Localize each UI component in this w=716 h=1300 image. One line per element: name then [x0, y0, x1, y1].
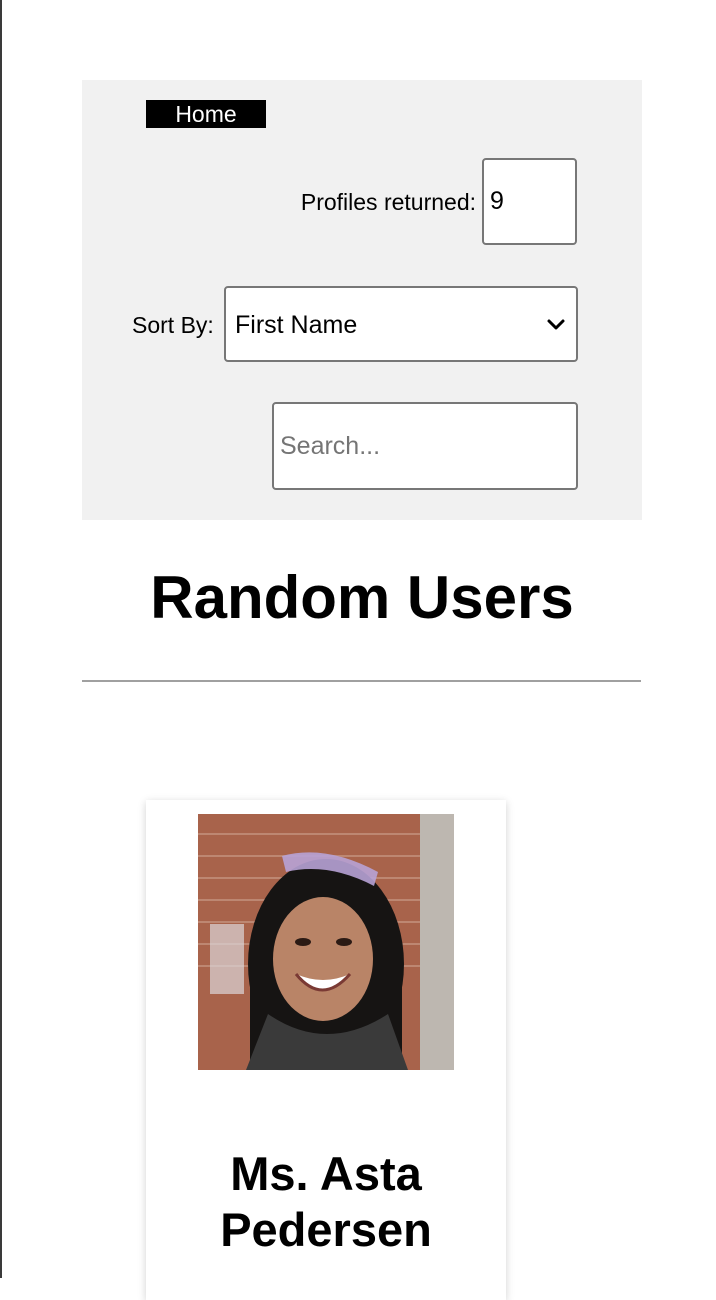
- chevron-down-icon: [547, 319, 565, 330]
- home-link[interactable]: Home: [146, 100, 266, 128]
- avatar: [198, 814, 454, 1070]
- sort-by-select[interactable]: First Name: [224, 286, 578, 362]
- avatar-photo: [198, 814, 454, 1070]
- control-panel: Home Profiles returned: Sort By: First N…: [82, 80, 642, 520]
- divider: [82, 680, 641, 682]
- page-title: Random Users: [150, 564, 574, 631]
- profiles-returned-label: Profiles returned:: [300, 189, 476, 215]
- sort-by-label: Sort By:: [132, 312, 214, 338]
- user-name: Ms. Asta Pedersen: [220, 1147, 432, 1256]
- left-border: [0, 0, 2, 1278]
- user-card: Ms. Asta Pedersen: [146, 800, 506, 1300]
- sort-by-selected-value: First Name: [235, 311, 358, 339]
- profiles-returned-input[interactable]: [482, 158, 577, 245]
- search-input[interactable]: [272, 402, 578, 490]
